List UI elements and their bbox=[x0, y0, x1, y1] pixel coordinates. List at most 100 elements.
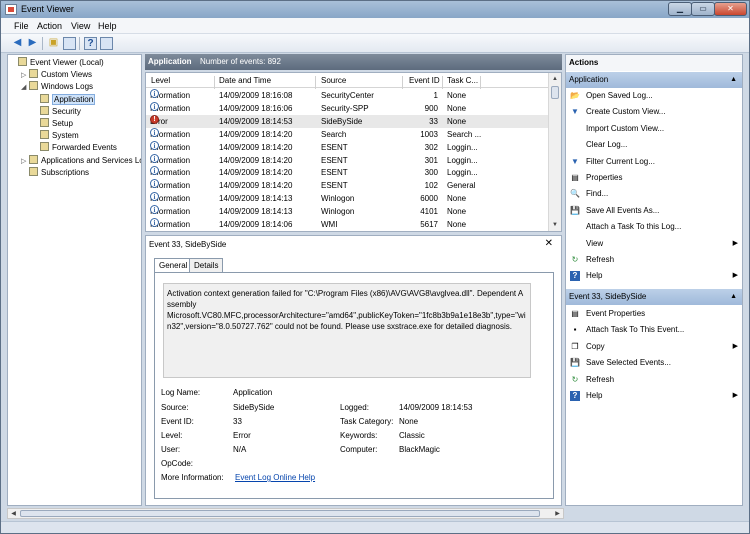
value-logged[interactable]: 14/09/2009 18:14:53 bbox=[399, 403, 472, 412]
action-item[interactable]: ↻ Refresh bbox=[566, 252, 742, 268]
action-item[interactable]: ❐ Copy ▶ bbox=[566, 339, 742, 355]
tab-details[interactable]: Details bbox=[189, 258, 224, 273]
forward-arrow-icon[interactable]: ▶ bbox=[26, 37, 39, 50]
column-source[interactable]: Source bbox=[321, 76, 346, 85]
blank-icon bbox=[570, 140, 580, 150]
table-row[interactable]: i Information 14/09/2009 18:16:08 SecurityC… bbox=[146, 89, 548, 102]
tree-item[interactable]: Security bbox=[32, 105, 81, 118]
cell-id: 300 bbox=[424, 168, 438, 178]
action-item[interactable]: ↻ Refresh bbox=[566, 372, 742, 388]
scroll-down-arrow-icon[interactable]: ▼ bbox=[549, 219, 561, 231]
scroll-thumb[interactable] bbox=[551, 86, 559, 99]
help-icon[interactable]: ? bbox=[84, 37, 97, 50]
actions-title: Actions bbox=[566, 55, 742, 71]
table-row[interactable]: ! Error 14/09/2009 18:14:53 SideBySide 33 Non… bbox=[146, 114, 548, 128]
value-computer[interactable]: BlackMagic bbox=[399, 445, 440, 454]
tree-item[interactable]: ▷ Applications and Services Lo bbox=[21, 154, 141, 168]
action-item[interactable]: Import Custom View... bbox=[566, 121, 742, 137]
maximize-button[interactable]: ▭ bbox=[691, 2, 715, 16]
table-row[interactable]: i Information 14/09/2009 18:14:20 ESENT 300 L… bbox=[146, 166, 548, 179]
column-task-category[interactable]: Task C... bbox=[447, 76, 478, 85]
minimize-button[interactable]: ▁ bbox=[668, 2, 692, 16]
collapse-icon[interactable]: ▲ bbox=[730, 72, 737, 88]
window-title: Event Viewer bbox=[21, 4, 74, 14]
tree-item[interactable]: System bbox=[32, 130, 79, 142]
table-row[interactable]: i Information 14/09/2009 18:14:13 Winlogon 4… bbox=[146, 205, 548, 218]
menu-view[interactable]: View bbox=[71, 21, 90, 31]
horizontal-scrollbar[interactable]: ◀ ▶ bbox=[7, 508, 564, 519]
cell-task: None bbox=[447, 207, 467, 217]
expand-arrow-icon[interactable]: ▷ bbox=[21, 156, 29, 168]
value-log-name[interactable]: Application bbox=[233, 388, 272, 397]
action-item[interactable]: View ▶ bbox=[566, 236, 742, 252]
cell-datetime: 14/09/2009 18:14:20 bbox=[219, 155, 293, 165]
event-log-online-help-link[interactable]: Event Log Online Help bbox=[235, 473, 315, 482]
event-message[interactable]: Activation context generation failed for… bbox=[163, 283, 531, 378]
tree-item[interactable]: Forwarded Events bbox=[32, 142, 117, 154]
action-item[interactable]: ▤ Properties bbox=[566, 170, 742, 186]
actions-section-event[interactable]: Event 33, SideBySide ▲ bbox=[566, 289, 742, 305]
up-folder-icon[interactable]: ▣ bbox=[47, 37, 60, 50]
collapse-icon[interactable]: ▲ bbox=[730, 289, 737, 305]
action-item[interactable]: Attach a Task To this Log... bbox=[566, 219, 742, 235]
events-scrollbar[interactable]: ▲ ▼ bbox=[548, 73, 561, 231]
column-level[interactable]: Level bbox=[151, 76, 170, 85]
column-date-time[interactable]: Date and Time bbox=[219, 76, 271, 85]
cell-task: Loggin... bbox=[447, 168, 478, 178]
action-item[interactable]: ▪ Attach Task To This Event... bbox=[566, 322, 742, 338]
scroll-thumb[interactable] bbox=[20, 510, 540, 517]
table-row[interactable]: i Information 14/09/2009 18:14:20 Search 100… bbox=[146, 127, 548, 141]
table-row[interactable]: i Information 14/09/2009 18:14:20 ESENT 102 G… bbox=[146, 179, 548, 192]
value-source[interactable]: SideBySide bbox=[233, 403, 274, 412]
expand-arrow-icon[interactable]: ◢ bbox=[21, 82, 29, 94]
scroll-right-arrow-icon[interactable]: ▶ bbox=[552, 509, 563, 519]
menu-help[interactable]: Help bbox=[98, 21, 117, 31]
table-row[interactable]: i Information 14/09/2009 18:14:13 Winlogon 6… bbox=[146, 192, 548, 205]
show-hide-tree-icon[interactable] bbox=[63, 37, 76, 50]
action-item[interactable]: ? Help ▶ bbox=[566, 268, 742, 284]
tree-item[interactable]: ◢ Windows Logs bbox=[21, 81, 93, 93]
scroll-up-arrow-icon[interactable]: ▲ bbox=[549, 73, 561, 85]
action-item[interactable]: ▼ Create Custom View... bbox=[566, 104, 742, 120]
cell-id: 4101 bbox=[420, 207, 438, 217]
tree-item[interactable]: ▷ Custom Views bbox=[21, 69, 92, 81]
table-row[interactable]: i Information 14/09/2009 18:14:20 ESENT 301 L… bbox=[146, 153, 548, 167]
cell-datetime: 14/09/2009 18:14:06 bbox=[219, 220, 293, 229]
action-item[interactable]: ? Help ▶ bbox=[566, 388, 742, 404]
value-event-id[interactable]: 33 bbox=[233, 417, 242, 426]
label-task-category: Task Category: bbox=[340, 417, 394, 426]
cell-level: i Information bbox=[150, 218, 190, 231]
scroll-left-arrow-icon[interactable]: ◀ bbox=[8, 509, 19, 519]
menu-action[interactable]: Action bbox=[37, 21, 62, 31]
table-row[interactable]: i Information 14/09/2009 18:14:20 ESENT 302 L… bbox=[146, 140, 548, 154]
close-icon[interactable]: ✕ bbox=[545, 238, 553, 249]
close-button[interactable]: ✕ bbox=[714, 2, 747, 16]
show-hide-action-pane-icon[interactable] bbox=[100, 37, 113, 50]
action-item[interactable]: 🔍 Find... bbox=[566, 186, 742, 202]
value-user[interactable]: N/A bbox=[233, 445, 246, 454]
action-item[interactable]: ▼ Filter Current Log... bbox=[566, 154, 742, 170]
label-computer: Computer: bbox=[340, 445, 378, 454]
actions-section-application[interactable]: Application ▲ bbox=[566, 72, 742, 88]
table-row[interactable]: i Information 14/09/2009 18:16:06 Security-… bbox=[146, 101, 548, 115]
tree-item[interactable]: Event Viewer (Local) bbox=[10, 57, 104, 69]
column-event-id[interactable]: Event ID bbox=[409, 76, 440, 85]
value-task-category[interactable]: None bbox=[399, 417, 418, 426]
value-keywords[interactable]: Classic bbox=[399, 431, 425, 440]
cell-source: Search bbox=[321, 129, 347, 139]
tree-item[interactable]: Application bbox=[32, 93, 96, 106]
action-item[interactable]: Clear Log... bbox=[566, 137, 742, 153]
tree-item[interactable]: Setup bbox=[32, 118, 73, 130]
log-folder-icon bbox=[29, 69, 38, 79]
action-item[interactable]: 💾 Save Selected Events... bbox=[566, 355, 742, 371]
value-level[interactable]: Error bbox=[233, 431, 251, 440]
tree-item[interactable]: Subscriptions bbox=[21, 166, 89, 179]
table-row[interactable]: i Information 14/09/2009 18:14:06 WMI 5617 No… bbox=[146, 218, 548, 231]
menu-bar: File Action View Help bbox=[1, 18, 749, 34]
menu-file[interactable]: File bbox=[14, 21, 29, 31]
action-item[interactable]: ▤ Event Properties bbox=[566, 306, 742, 322]
back-arrow-icon[interactable]: ◀ bbox=[11, 37, 24, 50]
action-item[interactable]: 💾 Save All Events As... bbox=[566, 203, 742, 219]
action-item[interactable]: 📂 Open Saved Log... bbox=[566, 88, 742, 104]
expand-arrow-icon[interactable]: ▷ bbox=[21, 70, 29, 82]
